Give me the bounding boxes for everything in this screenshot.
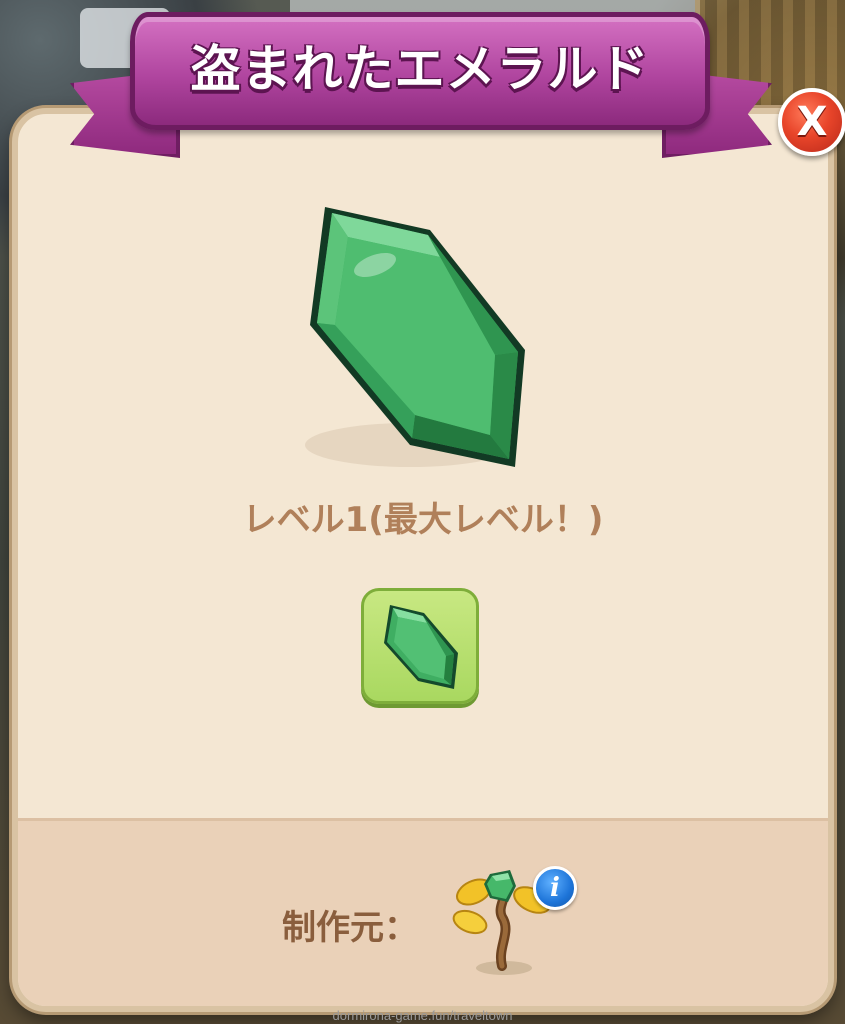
info-icon: i (550, 873, 560, 903)
watermark: dormirona-game.fun/traveltown (332, 1008, 513, 1023)
level-text: レベル1(最大レベル！) (242, 500, 604, 540)
info-button[interactable]: i (533, 866, 577, 910)
emerald-icon (384, 605, 458, 689)
emerald-item-tile[interactable] (361, 588, 479, 704)
dialog-footer (18, 818, 828, 1006)
maker-label: 制作元： (282, 908, 418, 948)
emerald-large-icon (305, 207, 525, 467)
dialog-title: 盗まれたエメラルド (190, 40, 650, 98)
close-button[interactable]: X (778, 88, 845, 156)
close-icon: X (796, 99, 828, 145)
